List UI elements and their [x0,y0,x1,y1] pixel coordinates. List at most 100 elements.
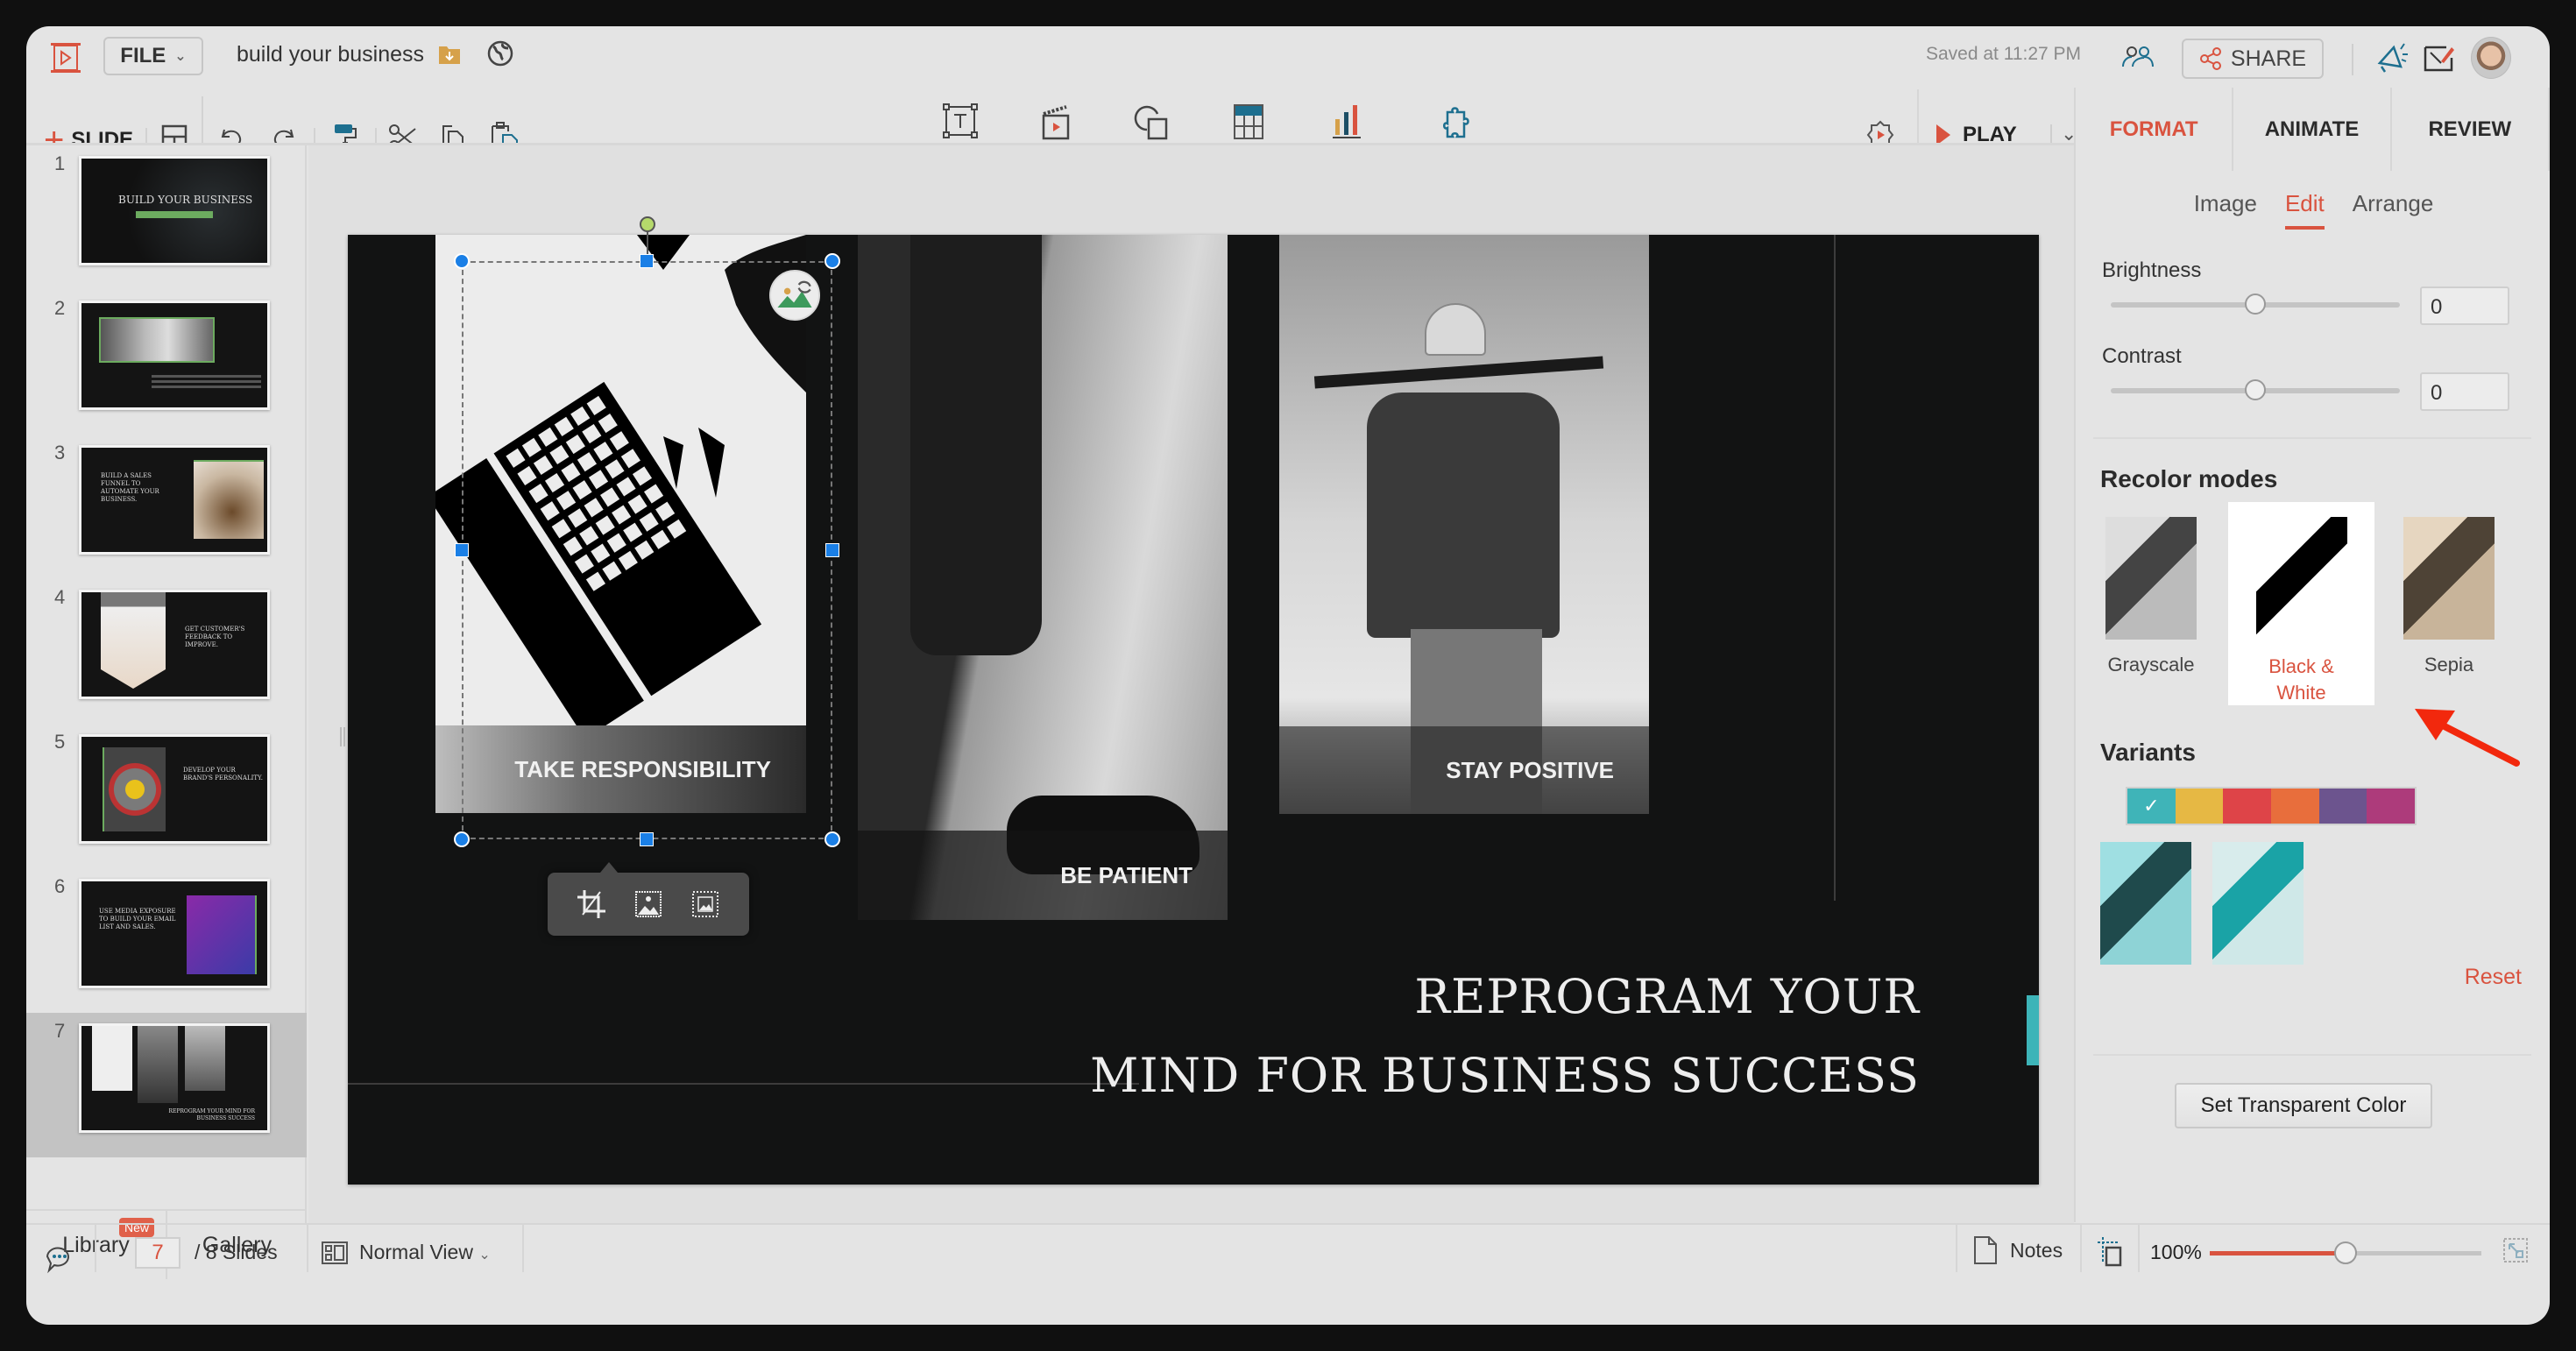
divider [95,1225,96,1272]
slide-thumbnail-5[interactable]: 5 DEVELOP YOUR BRAND'S PERSONALITY. [26,724,307,868]
chevron-down-icon: ⌄ [478,1248,491,1263]
caption-band: BE PATIENT [858,831,1228,920]
brightness-slider[interactable] [2111,294,2400,315]
zoom-level: 100% [2150,1241,2202,1263]
slide-image [92,1026,132,1091]
recolor-grayscale[interactable]: Grayscale [2100,517,2202,676]
variant-swatch[interactable] [2175,789,2224,824]
variant-swatch[interactable] [2271,789,2319,824]
brightness-slider-knob[interactable] [2245,294,2266,315]
divider [307,1225,308,1272]
headline-line-1[interactable]: REPROGRAM YOUR [1414,969,1920,1024]
resize-handle-bottom-right[interactable] [824,831,840,847]
tab-animate[interactable]: ANIMATE [2233,88,2392,171]
check-icon: ✓ [2143,795,2160,817]
slide-thumbnail-7[interactable]: 7 REPROGRAM YOUR MIND FOR BUSINESS SUCCE… [26,1013,307,1157]
notes-button[interactable]: Notes [2010,1239,2063,1263]
notes-icon[interactable] [1973,1235,1998,1265]
slide-thumbnail-2[interactable]: 2 [26,290,307,435]
slide-thumbnail-6[interactable]: 6 USE MEDIA EXPOSURE TO BUILD YOUR EMAIL… [26,868,307,1013]
recolor-sepia[interactable]: Sepia [2398,517,2500,676]
slide-thumbnail-4[interactable]: 4 GET CUSTOMER'S FEEDBACK TO IMPROVE. [26,579,307,724]
slide-number: 2 [54,297,66,319]
feedback-icon[interactable] [2422,42,2457,74]
folder-icon[interactable] [438,44,461,65]
slide-thumbnail-1[interactable]: 1 BUILD YOUR BUSINESS [26,145,307,290]
slide-number: 4 [54,586,66,608]
megaphone-icon[interactable] [2374,40,2410,75]
set-transparent-color-button[interactable]: Set Transparent Color [2175,1083,2432,1128]
replace-image-icon[interactable] [769,270,820,321]
reset-link[interactable]: Reset [2465,965,2522,990]
resize-handle-left[interactable] [455,543,469,557]
format-panel: Image Edit Arrange Brightness 0 Contrast… [2074,171,2550,1222]
zoom-slider[interactable] [2210,1241,2481,1264]
resize-handle-top-right[interactable] [824,253,840,269]
panel-resize-handle[interactable] [340,727,345,746]
variant-swatch[interactable]: ✓ [2127,789,2176,824]
slide-preview: REPROGRAM YOUR MIND FOR BUSINESS SUCCESS [79,1023,270,1133]
file-menu-button[interactable]: FILE ⌄ [103,37,203,75]
collaborators-icon[interactable] [2120,42,2155,70]
caption-stay-positive: STAY POSITIVE [1446,756,1614,783]
slide-number: 7 [54,1020,66,1042]
subtitle-bar [136,211,213,218]
variant-swatch[interactable] [2223,789,2272,824]
slide-title: BUILD YOUR BUSINESS [118,194,253,206]
recolor-black-white[interactable]: Black & White [2228,502,2374,705]
image-fill-icon[interactable] [633,888,664,920]
user-avatar[interactable] [2471,37,2511,79]
slide-image [101,592,166,689]
slide-thumbnail-3[interactable]: 3 BUILD A SALES FUNNEL TO AUTOMATE YOUR … [26,435,307,579]
decorative-line [1834,235,1836,901]
resize-handle-bottom-left[interactable] [454,831,470,847]
image-selection-box[interactable] [462,261,832,839]
variant-swatch[interactable] [2367,789,2416,824]
fullscreen-icon[interactable] [2502,1237,2529,1263]
image-stay-positive[interactable]: STAY POSITIVE [1279,235,1649,814]
contrast-slider[interactable] [2111,379,2400,400]
resize-handle-top[interactable] [640,254,654,268]
share-button[interactable]: SHARE [2182,39,2324,79]
zoom-slider-knob[interactable] [2334,1241,2357,1264]
resize-handle-right[interactable] [825,543,839,557]
view-mode-dropdown[interactable]: Normal View ⌄ [359,1241,491,1264]
resize-handle-top-left[interactable] [454,253,470,269]
subtab-edit[interactable]: Edit [2284,190,2325,230]
divider [2080,1225,2082,1272]
chat-icon[interactable] [44,1244,75,1276]
variant-swatch[interactable] [2318,789,2367,824]
variant-thumbnail-light[interactable] [2212,842,2304,965]
contrast-slider-knob[interactable] [2245,379,2266,400]
share-label: SHARE [2230,46,2307,71]
puzzle-icon [1443,107,1469,138]
document-title[interactable]: build your business [237,42,424,67]
sepia-thumbnail [2403,517,2495,640]
rotate-handle[interactable] [640,216,655,232]
bar-chart-icon [1333,105,1361,138]
image-fit-icon[interactable] [690,888,721,920]
slide-title: REPROGRAM YOUR MIND FOR BUSINESS SUCCESS [168,1108,255,1121]
brightness-input[interactable]: 0 [2420,286,2509,325]
slide-image [185,1026,225,1091]
fit-to-window-icon[interactable] [2094,1235,2124,1267]
slide-number: 5 [54,731,66,753]
image-be-patient[interactable]: BE PATIENT [858,235,1228,920]
headline-line-2[interactable]: MIND FOR BUSINESS SUCCESS [1090,1048,1920,1103]
divider [1956,1225,1957,1272]
subtab-image[interactable]: Image [2194,190,2257,230]
subtab-arrange[interactable]: Arrange [2353,190,2434,230]
tab-review[interactable]: REVIEW [2392,88,2550,171]
annotation-arrow-icon [2415,709,2520,767]
resize-handle-bottom[interactable] [640,832,654,846]
app-logo-icon[interactable] [47,42,84,74]
globe-icon[interactable] [487,40,513,67]
slide-image [103,747,166,831]
tab-format[interactable]: FORMAT [2076,88,2234,171]
slide-preview: BUILD YOUR BUSINESS [79,156,270,265]
variant-thumbnail-dark[interactable] [2100,842,2191,965]
crop-icon[interactable] [576,888,607,920]
contrast-input[interactable]: 0 [2420,372,2509,411]
slide-preview: GET CUSTOMER'S FEEDBACK TO IMPROVE. [79,590,270,699]
current-page-input[interactable]: 7 [135,1237,180,1269]
